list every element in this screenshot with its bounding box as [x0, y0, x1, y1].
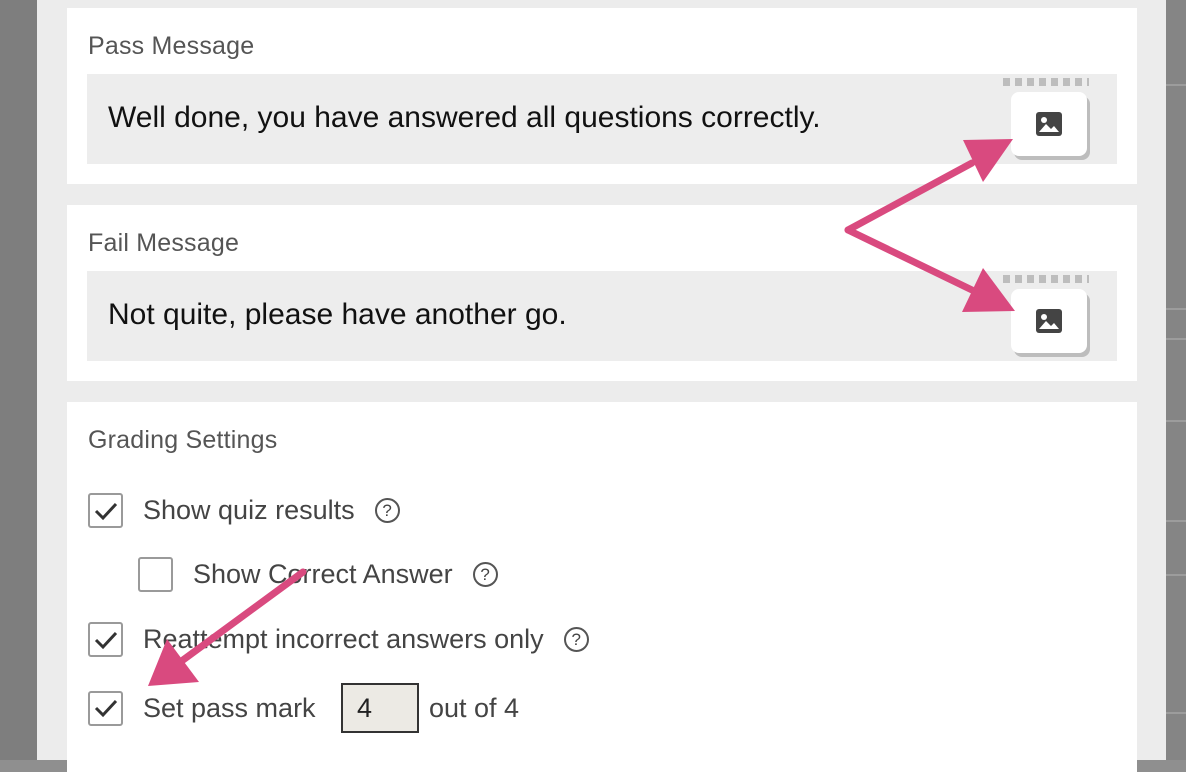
grading-settings-title: Grading Settings [88, 426, 278, 454]
checkmark-icon [94, 631, 117, 649]
checkmark-icon [94, 699, 117, 718]
set-pass-mark-row: Set pass mark out of 4 [88, 683, 519, 733]
show-quiz-results-label: Show quiz results [143, 495, 355, 525]
fail-message-title: Fail Message [88, 229, 240, 257]
pass-mark-input[interactable] [341, 683, 419, 733]
background-right [1166, 0, 1186, 760]
show-correct-answer-row: Show Correct Answer ? [138, 557, 498, 592]
pass-image-button[interactable] [1011, 92, 1087, 156]
settings-panel: Pass Message Well done, you have answere… [37, 0, 1166, 772]
drag-handle[interactable] [1003, 275, 1089, 283]
fail-image-button[interactable] [1011, 289, 1087, 353]
set-pass-mark-checkbox[interactable] [88, 690, 123, 726]
help-icon[interactable]: ? [472, 562, 498, 587]
fail-message-text[interactable]: Not quite, please have another go. [108, 298, 567, 332]
fail-message-field[interactable]: Not quite, please have another go. [87, 271, 1117, 361]
drag-handle[interactable] [1003, 78, 1089, 86]
show-quiz-results-checkbox[interactable] [88, 493, 123, 528]
pass-message-text[interactable]: Well done, you have answered all questio… [108, 101, 821, 135]
fail-message-card: Fail Message Not quite, please have anot… [67, 205, 1137, 381]
show-correct-answer-label: Show Correct Answer [193, 559, 453, 589]
show-quiz-results-row: Show quiz results ? [88, 493, 400, 528]
help-icon[interactable]: ? [374, 498, 400, 523]
pass-message-card: Pass Message Well done, you have answere… [67, 8, 1137, 184]
pass-message-title: Pass Message [88, 32, 255, 60]
help-icon[interactable]: ? [563, 627, 589, 652]
pass-mark-suffix: out of 4 [429, 692, 520, 723]
reattempt-row: Reattempt incorrect answers only ? [88, 622, 589, 657]
background-left [0, 0, 37, 760]
image-icon [1036, 112, 1062, 136]
image-icon [1036, 309, 1062, 333]
reattempt-checkbox[interactable] [88, 622, 123, 657]
checkmark-icon [94, 502, 117, 520]
pass-message-field[interactable]: Well done, you have answered all questio… [87, 74, 1117, 164]
reattempt-label: Reattempt incorrect answers only [143, 624, 544, 654]
set-pass-mark-label: Set pass mark [143, 692, 316, 723]
show-correct-answer-checkbox[interactable] [138, 557, 173, 592]
grading-settings-card: Grading Settings Show quiz results ? Sho… [67, 402, 1137, 772]
